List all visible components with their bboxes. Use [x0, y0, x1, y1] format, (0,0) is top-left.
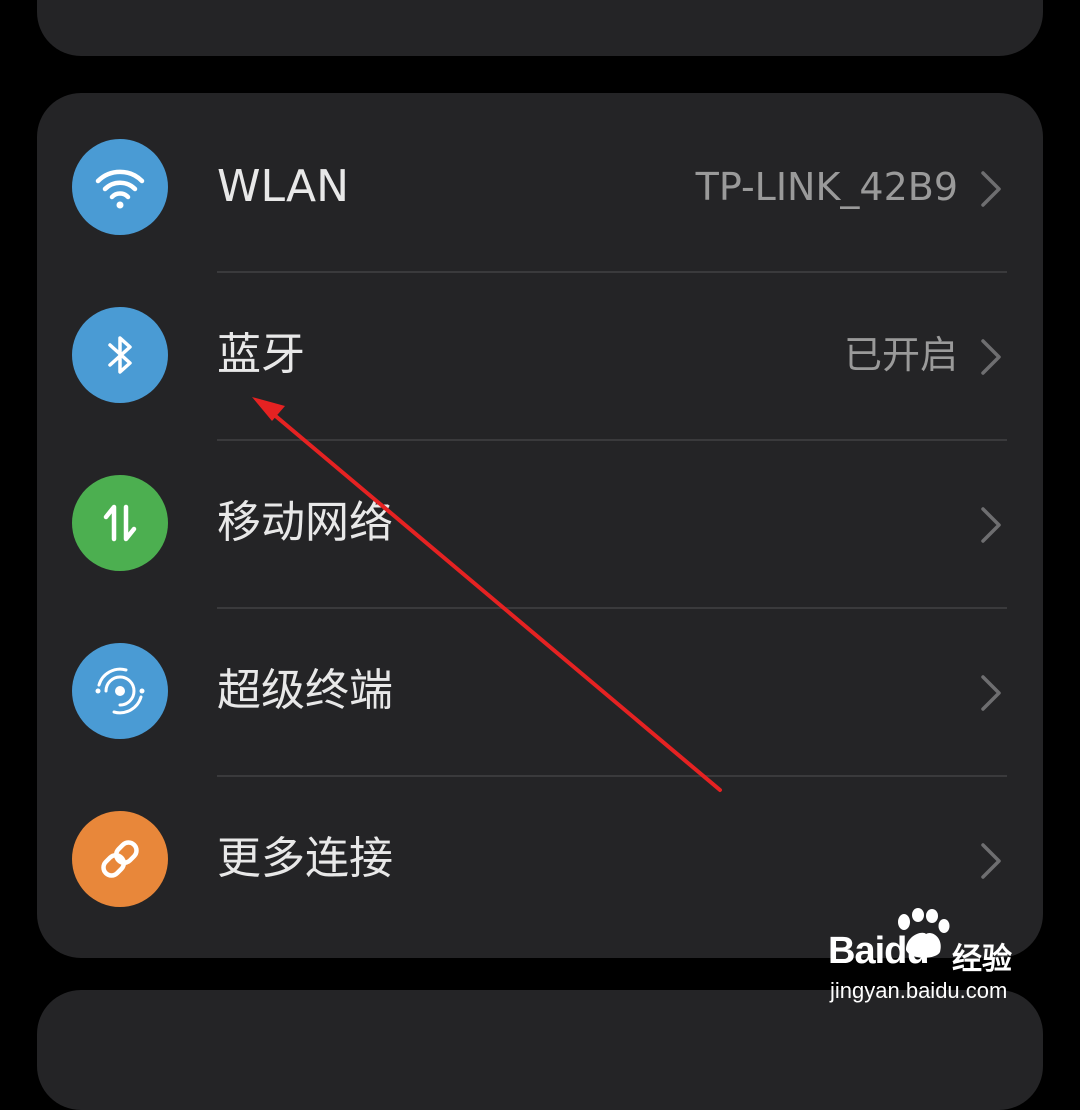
settings-row-super-device[interactable]: 超级终端 [37, 597, 1043, 765]
wlan-network-name: TP-LINK_42B9 [695, 165, 958, 209]
super-device-label: 超级终端 [217, 665, 393, 716]
settings-card-next [37, 990, 1043, 1110]
connections-settings-card: WLAN TP-LINK_42B9 蓝牙 已开启 移动网络 超级终端 更多连接 [37, 93, 1043, 958]
bluetooth-label: 蓝牙 [217, 329, 305, 380]
chevron-right-icon [981, 171, 1001, 207]
chevron-right-icon [981, 675, 1001, 711]
more-connections-label: 更多连接 [217, 833, 393, 884]
settings-row-bluetooth[interactable]: 蓝牙 已开启 [37, 261, 1043, 429]
mobile-network-label: 移动网络 [217, 497, 393, 548]
link-icon [72, 811, 168, 907]
settings-card-previous [37, 0, 1043, 56]
watermark-product: 经验 [952, 942, 1012, 977]
super-device-icon [72, 643, 168, 739]
chevron-right-icon [981, 843, 1001, 879]
mobile-data-icon [72, 475, 168, 571]
wifi-icon [72, 139, 168, 235]
chevron-right-icon [981, 507, 1001, 543]
chevron-right-icon [981, 339, 1001, 375]
baidu-jingyan-watermark: Baidu 经验 jingyan.baidu.com [828, 908, 1028, 1008]
wlan-label: WLAN [217, 161, 350, 212]
settings-row-mobile-network[interactable]: 移动网络 [37, 429, 1043, 597]
bluetooth-status: 已开启 [843, 333, 958, 377]
watermark-logo: Baidu [828, 930, 930, 972]
watermark-url: jingyan.baidu.com [830, 978, 1008, 1003]
settings-row-wlan[interactable]: WLAN TP-LINK_42B9 [37, 93, 1043, 261]
bluetooth-icon [72, 307, 168, 403]
